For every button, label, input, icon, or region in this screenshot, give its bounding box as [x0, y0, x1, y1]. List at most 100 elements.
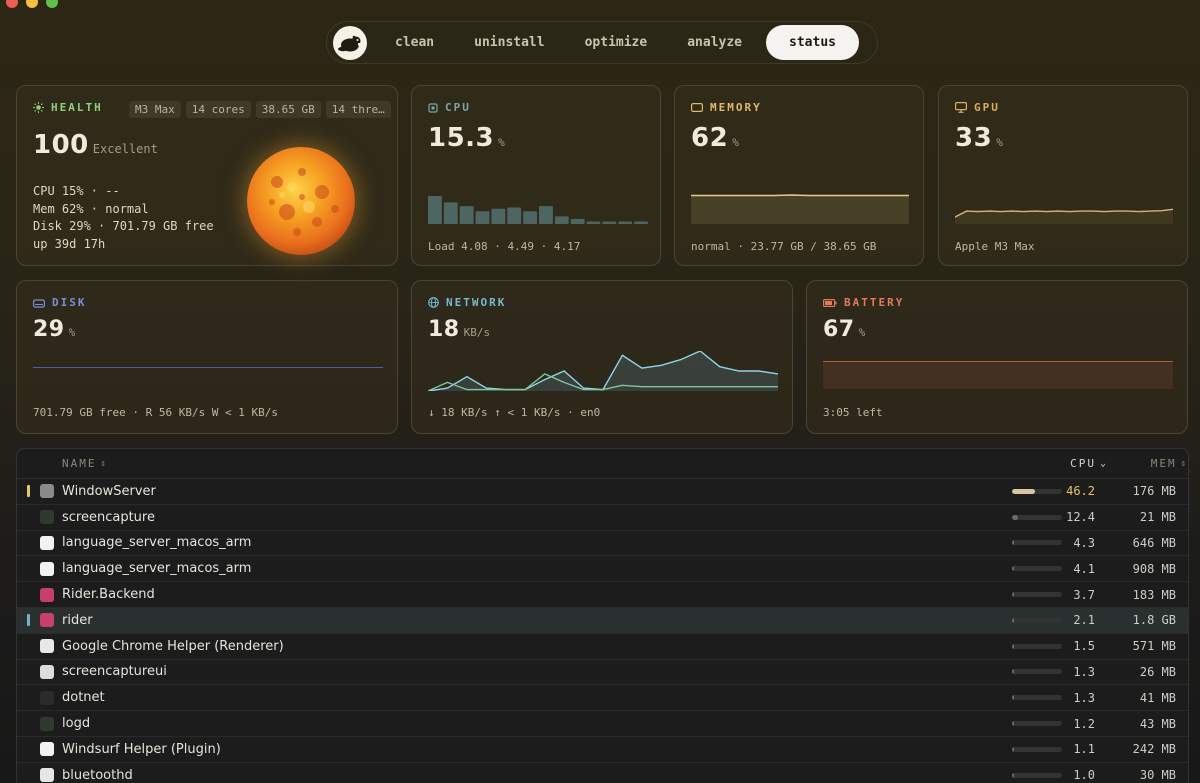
process-name: screencaptureui [62, 664, 167, 680]
system-chips: M3 Max 14 cores 38.65 GB 14 thre… [129, 101, 391, 118]
cpu-usage-bar [1012, 772, 1062, 778]
gpu-heading: GPU [955, 101, 1000, 114]
process-table: NAME ⇕ CPU ⌄ MEM ⇕ WindowServer 46.2 176 M… [16, 448, 1189, 783]
process-mem: 21 MB [1139, 510, 1176, 525]
process-mem: 183 MB [1132, 587, 1176, 602]
cpu-usage-bar-fill [1012, 488, 1036, 494]
mem-header-label: MEM [1150, 457, 1177, 470]
disk-io: 701.79 GB free · R 56 KB/s W < 1 KB/s [33, 406, 279, 419]
windsurf-icon [40, 561, 54, 576]
disk-unit: % [68, 326, 76, 339]
battery-label: BATTERY [844, 296, 905, 309]
process-mem: 908 MB [1132, 561, 1176, 576]
rider-icon [40, 613, 54, 628]
cpu-usage-bar-fill [1012, 746, 1014, 752]
process-mem: 242 MB [1132, 742, 1176, 757]
cpu-column-header[interactable]: CPU ⌄ [1070, 457, 1108, 470]
name-column-header[interactable]: NAME ⇕ [62, 457, 108, 470]
battery-area [823, 361, 1173, 389]
tab-analyze[interactable]: analyze [667, 25, 762, 60]
beaver-logo-icon [333, 25, 367, 60]
tab-optimize[interactable]: optimize [565, 25, 668, 60]
table-row[interactable]: rider 2.1 1.8 GB [17, 607, 1188, 634]
cpu-usage-bar-fill [1012, 772, 1014, 778]
cpu-usage-bar-fill [1012, 592, 1014, 598]
disk-label: DISK [52, 296, 87, 309]
close-window-button[interactable] [6, 0, 18, 8]
cpu-usage-bar [1012, 617, 1062, 623]
gpu-label: GPU [974, 101, 1000, 114]
rider-icon [40, 587, 54, 602]
zoom-window-button[interactable] [46, 0, 58, 8]
name-header-label: NAME [62, 457, 97, 470]
table-row[interactable]: Windsurf Helper (Plugin) 1.1 242 MB [17, 737, 1188, 763]
cpu-history-bar [570, 218, 585, 224]
process-name: dotnet [62, 690, 105, 706]
health-line-uptime: up 39d 17h [33, 236, 106, 251]
minimize-window-button[interactable] [26, 0, 38, 8]
table-header: NAME ⇕ CPU ⌄ MEM ⇕ [17, 449, 1188, 479]
cpu-history-bar [507, 207, 522, 224]
memory-value-block: 62% [691, 123, 739, 153]
process-mem: 26 MB [1139, 664, 1176, 679]
table-row[interactable]: logd 1.2 43 MB [17, 711, 1188, 737]
process-name: Google Chrome Helper (Renderer) [62, 638, 284, 654]
memory-heading: MEMORY [691, 101, 762, 114]
battery-heading: BATTERY [823, 296, 904, 309]
tab-clean[interactable]: clean [375, 25, 454, 60]
disk-value-block: 29% [33, 317, 75, 342]
process-mem: 646 MB [1132, 535, 1176, 550]
table-row[interactable]: dotnet 1.3 41 MB [17, 685, 1188, 712]
battery-card: BATTERY 67% 3:05 left [806, 280, 1188, 434]
cpu-label: CPU [445, 101, 471, 114]
battery-time-left: 3:05 left [823, 406, 883, 419]
process-mem: 1.8 GB [1132, 613, 1176, 628]
cpu-history-bar [539, 206, 553, 224]
health-line-mem: Mem 62% · normal [33, 201, 149, 216]
window-controls [6, 0, 58, 8]
process-name: WindowServer [62, 483, 156, 499]
cpu-value: 15.3 [428, 123, 495, 153]
network-label: NETWORK [446, 296, 507, 309]
table-row[interactable]: screencapture 12.4 21 MB [17, 505, 1188, 531]
disk-value: 29 [33, 317, 65, 342]
cpu-card: CPU 15.3% Load 4.08 · 4.49 · 4.17 [411, 85, 661, 266]
cpu-usage-bar [1012, 566, 1062, 572]
table-row[interactable]: Google Chrome Helper (Renderer) 1.5 571 MB [17, 634, 1188, 660]
cpu-history-bar [459, 206, 474, 224]
sort-icon: ⇕ [1180, 458, 1188, 469]
memory-icon [691, 103, 703, 112]
cpu-heading: CPU [428, 101, 471, 114]
mem-column-header[interactable]: MEM ⇕ [1151, 457, 1188, 470]
battery-history-chart [823, 361, 1173, 389]
chip-cores: 14 cores [185, 101, 251, 118]
table-row[interactable]: screencaptureui 1.3 26 MB [17, 660, 1188, 686]
process-mem: 43 MB [1139, 716, 1176, 731]
table-row[interactable]: Rider.Backend 3.7 183 MB [17, 582, 1188, 608]
tab-status[interactable]: status [766, 25, 859, 60]
process-cpu: 1.2 [1073, 716, 1095, 731]
process-list: WindowServer 46.2 176 MB screencapture 12.4 2… [17, 479, 1188, 783]
cpu-history-bar [602, 221, 617, 224]
process-mem: 176 MB [1132, 484, 1176, 499]
process-cpu: 2.1 [1073, 613, 1095, 628]
table-row[interactable]: language_server_macos_arm 4.3 646 MB [17, 531, 1188, 557]
cpu-usage-bar [1012, 514, 1062, 520]
table-row[interactable]: WindowServer 46.2 176 MB [17, 479, 1188, 505]
table-row[interactable]: language_server_macos_arm 4.1 908 MB [17, 556, 1188, 583]
battery-icon [823, 298, 837, 307]
table-row[interactable]: bluetoothd 1.0 30 MB [17, 763, 1188, 783]
chrome-icon [40, 639, 54, 654]
disk-history-chart [33, 367, 383, 368]
process-name: screencapture [62, 509, 155, 525]
process-mem: 30 MB [1139, 768, 1176, 783]
cpu-usage-bar [1012, 669, 1062, 675]
process-name: language_server_macos_arm [62, 561, 252, 577]
process-name: Windsurf Helper (Plugin) [62, 741, 221, 757]
document-icon [40, 768, 54, 783]
process-cpu: 1.5 [1073, 639, 1095, 654]
windsurf-icon [40, 535, 54, 550]
process-cpu: 12.4 [1066, 510, 1095, 525]
gpu-value: 33 [955, 123, 993, 153]
tab-uninstall[interactable]: uninstall [454, 25, 564, 60]
